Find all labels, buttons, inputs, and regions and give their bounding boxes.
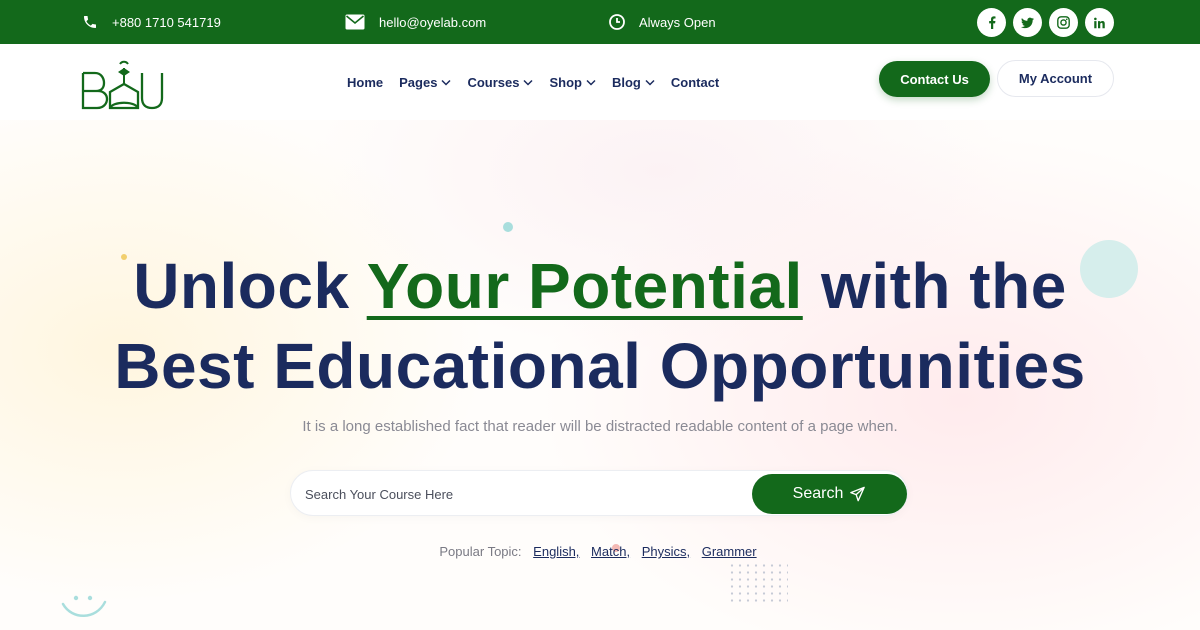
hero-title-highlight: Your Potential: [366, 250, 803, 322]
hours-info: Always Open: [609, 0, 716, 44]
decor-dot-grid: [728, 562, 788, 604]
main-nav: Home Pages Courses Shop Blog Contact: [347, 44, 719, 120]
twitter-icon[interactable]: [1013, 8, 1042, 37]
phone-info[interactable]: +880 1710 541719: [82, 0, 221, 44]
nav-item-label: Contact: [670, 74, 720, 90]
hero-subtitle: It is a long established fact that reade…: [302, 418, 898, 435]
clock-icon: [609, 14, 625, 30]
course-search-bar: Search: [290, 470, 908, 517]
popular-topics: Popular Topic: English, Match, Physics, …: [0, 544, 1200, 559]
envelope-icon: [345, 14, 365, 30]
paper-plane-icon: [850, 486, 866, 502]
top-bar: +880 1710 541719 hello@oyelab.com Always…: [0, 0, 1200, 44]
hero-title-part2: with the: [802, 250, 1067, 322]
nav-item-home[interactable]: Home: [347, 75, 383, 90]
nav-item-label: Courses: [467, 74, 520, 90]
decor-dot-teal: [503, 222, 513, 232]
course-search-input[interactable]: [305, 471, 745, 517]
phone-icon: [84, 16, 96, 28]
chevron-down-icon: [645, 79, 655, 86]
hero-section: Unlock Your Potential with the Best Educ…: [0, 120, 1200, 630]
nav-item-courses[interactable]: Courses: [467, 75, 533, 90]
nav-item-pages[interactable]: Pages: [399, 75, 451, 90]
email-address: hello@oyelab.com: [379, 14, 487, 30]
phone-number: +880 1710 541719: [112, 14, 221, 30]
nav-item-shop[interactable]: Shop: [549, 75, 596, 90]
instagram-icon[interactable]: [1049, 8, 1078, 37]
nav-item-label: Pages: [399, 74, 438, 90]
topic-link-match[interactable]: Match,: [591, 544, 630, 559]
topic-link-grammer[interactable]: Grammer: [702, 544, 757, 559]
nav-item-label: Home: [347, 74, 384, 90]
nav-item-label: Blog: [611, 74, 641, 90]
hours-text: Always Open: [639, 14, 716, 30]
contact-us-button[interactable]: Contact Us: [879, 61, 990, 97]
hero-title: Unlock Your Potential with the Best Educ…: [0, 246, 1200, 406]
topic-link-english[interactable]: English,: [533, 544, 579, 559]
hero-title-line2: Best Educational Opportunities: [114, 330, 1086, 402]
facebook-icon[interactable]: [977, 8, 1006, 37]
my-account-button[interactable]: My Account: [997, 60, 1114, 97]
search-button[interactable]: Search: [752, 474, 907, 514]
site-logo[interactable]: [80, 58, 164, 115]
search-button-label: Search: [792, 485, 844, 502]
linkedin-icon[interactable]: [1085, 8, 1114, 37]
hero-title-part1: Unlock: [133, 250, 367, 322]
nav-item-label: Shop: [549, 74, 582, 90]
popular-topics-label: Popular Topic:: [439, 544, 522, 559]
decor-smile-icon: [61, 595, 107, 617]
nav-item-blog[interactable]: Blog: [612, 75, 655, 90]
main-header: Home Pages Courses Shop Blog Contact Con…: [0, 44, 1200, 120]
chevron-down-icon: [441, 79, 451, 86]
chevron-down-icon: [586, 79, 596, 86]
topic-link-physics[interactable]: Physics,: [642, 544, 690, 559]
social-links: [977, 8, 1114, 37]
email-info[interactable]: hello@oyelab.com: [345, 0, 486, 44]
chevron-down-icon: [523, 79, 533, 86]
nav-item-contact[interactable]: Contact: [671, 75, 719, 90]
